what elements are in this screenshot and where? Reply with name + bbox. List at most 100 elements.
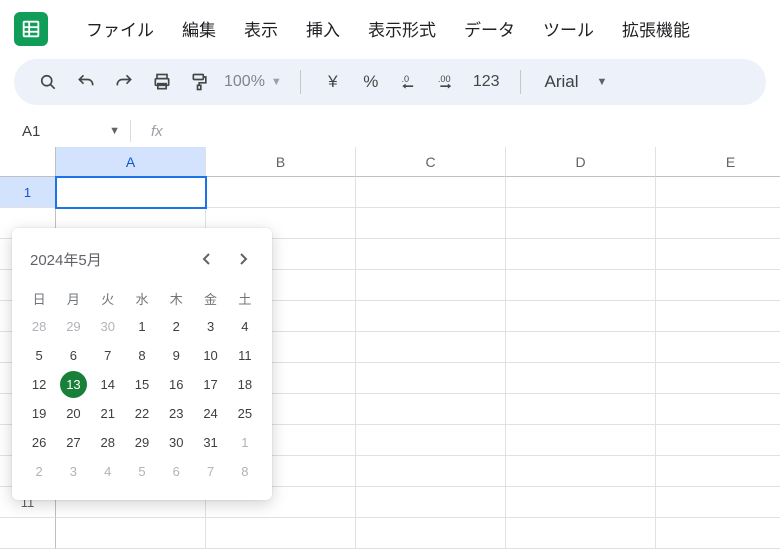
cell[interactable] (656, 487, 780, 518)
calendar-day[interactable]: 18 (228, 370, 262, 399)
decrease-decimal-icon[interactable]: .0 (391, 64, 427, 100)
calendar-day[interactable]: 8 (228, 457, 262, 486)
paint-format-icon[interactable] (182, 64, 218, 100)
calendar-day[interactable]: 23 (159, 399, 193, 428)
search-icon[interactable] (30, 64, 66, 100)
calendar-day[interactable]: 29 (56, 312, 90, 341)
calendar-day[interactable]: 4 (91, 457, 125, 486)
cell[interactable] (206, 177, 356, 208)
cell[interactable] (656, 394, 780, 425)
cell[interactable] (506, 177, 656, 208)
cell[interactable] (356, 332, 506, 363)
calendar-day[interactable]: 25 (228, 399, 262, 428)
cell[interactable] (656, 208, 780, 239)
cell[interactable] (356, 363, 506, 394)
calendar-day[interactable]: 31 (193, 428, 227, 457)
calendar-day[interactable]: 12 (22, 370, 56, 399)
column-header[interactable]: B (206, 147, 356, 177)
cell[interactable] (506, 518, 656, 549)
cell[interactable] (356, 301, 506, 332)
cell[interactable] (506, 208, 656, 239)
currency-button[interactable]: ¥ (315, 64, 351, 100)
calendar-day[interactable]: 24 (193, 399, 227, 428)
calendar-day[interactable]: 29 (125, 428, 159, 457)
calendar-day[interactable]: 6 (56, 341, 90, 370)
calendar-day[interactable]: 21 (91, 399, 125, 428)
cell[interactable] (356, 425, 506, 456)
column-header[interactable]: E (656, 147, 780, 177)
cell[interactable] (506, 301, 656, 332)
calendar-day[interactable]: 30 (91, 312, 125, 341)
calendar-day[interactable]: 2 (22, 457, 56, 486)
cell[interactable] (356, 518, 506, 549)
cell[interactable] (506, 487, 656, 518)
cell[interactable] (356, 270, 506, 301)
number-format-button[interactable]: 123 (467, 73, 506, 91)
calendar-day[interactable]: 8 (125, 341, 159, 370)
menu-data[interactable]: データ (450, 10, 529, 47)
calendar-day[interactable]: 6 (159, 457, 193, 486)
calendar-day[interactable]: 19 (22, 399, 56, 428)
calendar-day[interactable]: 3 (193, 312, 227, 341)
select-all-corner[interactable] (0, 147, 56, 177)
calendar-day[interactable]: 15 (125, 370, 159, 399)
increase-decimal-icon[interactable]: .00 (429, 64, 465, 100)
calendar-day[interactable]: 26 (22, 428, 56, 457)
calendar-day[interactable]: 28 (22, 312, 56, 341)
calendar-day[interactable]: 13 (56, 370, 90, 399)
cell[interactable] (656, 456, 780, 487)
next-month-button[interactable] (232, 248, 254, 270)
cell[interactable] (656, 425, 780, 456)
column-header[interactable]: A (56, 147, 206, 177)
calendar-day[interactable]: 22 (125, 399, 159, 428)
calendar-day[interactable]: 16 (159, 370, 193, 399)
calendar-day[interactable]: 1 (125, 312, 159, 341)
calendar-day[interactable]: 4 (228, 312, 262, 341)
calendar-day[interactable]: 27 (56, 428, 90, 457)
menu-view[interactable]: 表示 (230, 10, 292, 47)
calendar-day[interactable]: 30 (159, 428, 193, 457)
row-header[interactable]: 1 (0, 177, 56, 208)
cell[interactable] (656, 332, 780, 363)
column-header[interactable]: C (356, 147, 506, 177)
cell[interactable] (506, 270, 656, 301)
cell[interactable] (656, 270, 780, 301)
calendar-day[interactable]: 20 (56, 399, 90, 428)
cell[interactable] (356, 394, 506, 425)
cell[interactable] (506, 456, 656, 487)
print-icon[interactable] (144, 64, 180, 100)
calendar-day[interactable]: 5 (22, 341, 56, 370)
cell[interactable] (656, 301, 780, 332)
menu-insert[interactable]: 挿入 (292, 10, 354, 47)
calendar-day[interactable]: 3 (56, 457, 90, 486)
cell[interactable] (356, 239, 506, 270)
column-header[interactable]: D (506, 147, 656, 177)
menu-format[interactable]: 表示形式 (354, 10, 450, 47)
cell[interactable] (206, 518, 356, 549)
menu-tools[interactable]: ツール (529, 10, 608, 47)
cell[interactable] (356, 456, 506, 487)
calendar-day[interactable]: 28 (91, 428, 125, 457)
calendar-day[interactable]: 10 (193, 341, 227, 370)
calendar-day[interactable]: 2 (159, 312, 193, 341)
cell[interactable] (506, 425, 656, 456)
font-dropdown[interactable]: Arial ▼ (535, 72, 618, 92)
calendar-day[interactable]: 14 (91, 370, 125, 399)
cell[interactable] (356, 487, 506, 518)
calendar-day[interactable]: 11 (228, 341, 262, 370)
redo-icon[interactable] (106, 64, 142, 100)
prev-month-button[interactable] (196, 248, 218, 270)
percent-button[interactable]: % (353, 64, 389, 100)
menu-file[interactable]: ファイル (72, 10, 168, 47)
cell[interactable] (506, 363, 656, 394)
calendar-day[interactable]: 7 (193, 457, 227, 486)
menu-edit[interactable]: 編集 (168, 10, 230, 47)
calendar-day[interactable]: 9 (159, 341, 193, 370)
calendar-day[interactable]: 1 (228, 428, 262, 457)
row-header[interactable] (0, 518, 56, 549)
undo-icon[interactable] (68, 64, 104, 100)
sheets-logo-icon[interactable] (14, 12, 48, 46)
cell[interactable] (656, 239, 780, 270)
cell[interactable] (506, 332, 656, 363)
name-box[interactable]: A1 ▼ (12, 117, 130, 145)
